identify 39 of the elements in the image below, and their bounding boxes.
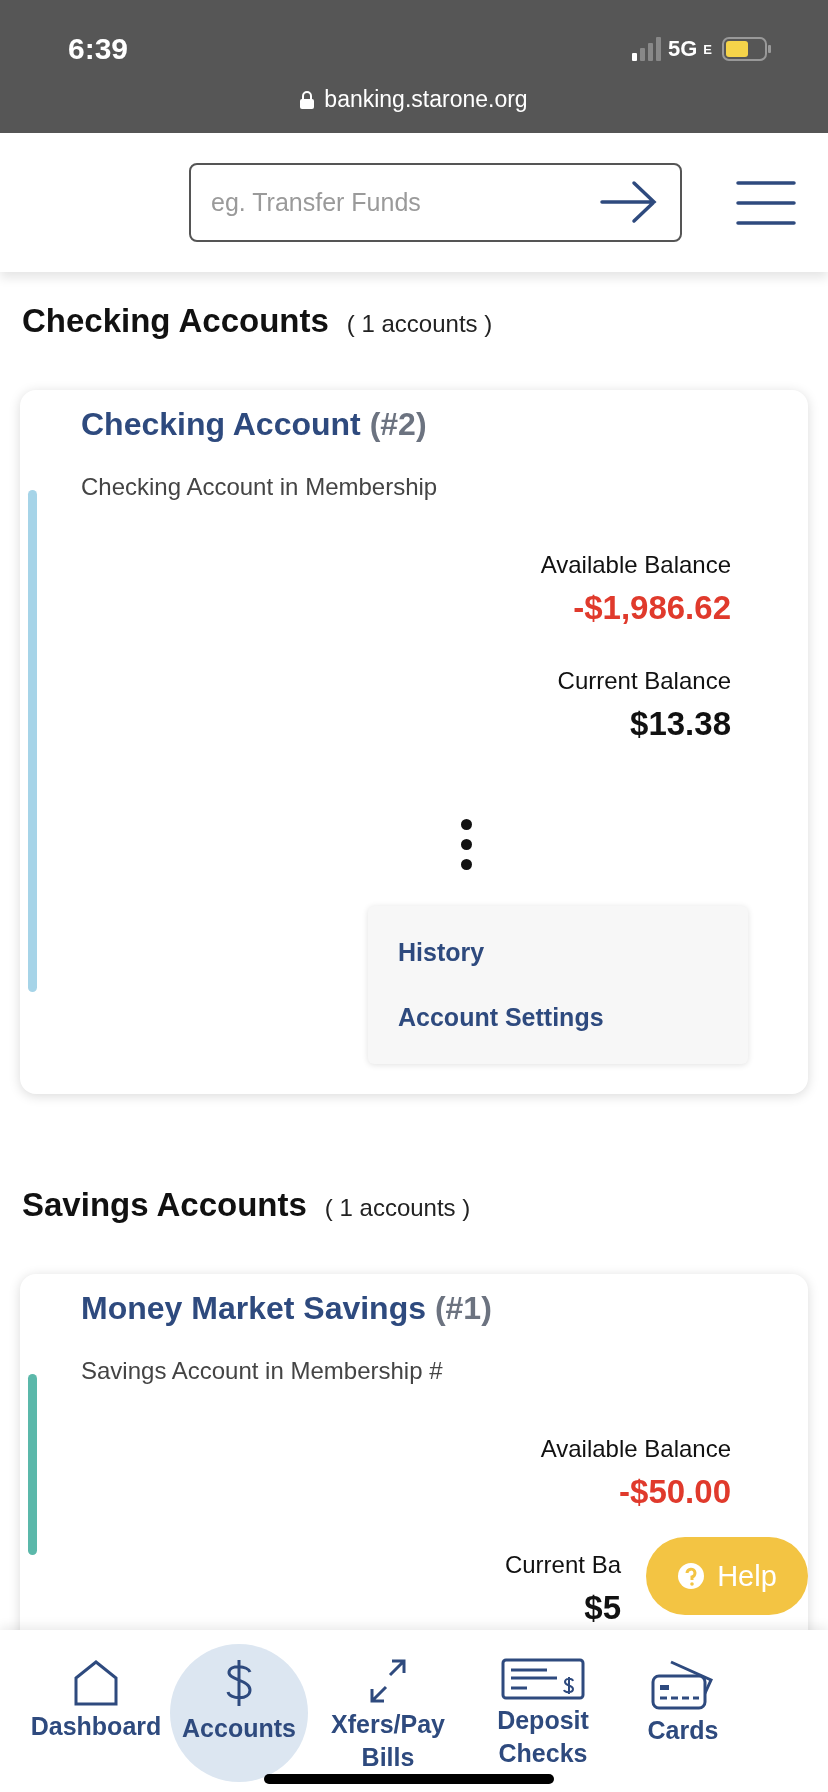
diagonal-arrows-icon	[368, 1658, 408, 1704]
balance-amount: $13.38	[630, 705, 731, 743]
balance-label: Current Balance	[557, 667, 731, 695]
menu-item[interactable]: Account Settings	[368, 985, 748, 1050]
nav-tab[interactable]: Cards	[618, 1644, 748, 1792]
section-count: ( 1 accounts )	[346, 310, 493, 338]
home-icon	[72, 1658, 120, 1706]
nav-tab[interactable]: Accounts	[170, 1644, 308, 1782]
battery-icon	[722, 37, 772, 61]
search-field[interactable]: eg. Transfer Funds	[189, 163, 682, 242]
check-icon	[501, 1658, 585, 1700]
clock: 6:39	[68, 32, 129, 66]
menu-icon[interactable]	[736, 179, 796, 226]
balance-label: Current Ba	[504, 1551, 621, 1579]
lock-icon	[300, 90, 315, 109]
nav-tab[interactable]: Xfers/Pay Bills	[308, 1644, 468, 1792]
dollar-icon	[224, 1658, 254, 1708]
nav-tab[interactable]: Deposit Checks	[468, 1644, 618, 1792]
credit-cards-icon	[651, 1658, 715, 1710]
account-subtitle: Checking Account in Membership	[81, 473, 439, 501]
balance-amount: -$1,986.62	[573, 589, 731, 627]
balance-amount: -$50.00	[619, 1473, 731, 1511]
menu-item[interactable]: History	[368, 920, 748, 985]
url-text[interactable]: banking.starone.org	[324, 86, 528, 113]
arrow-right-icon[interactable]	[600, 180, 658, 224]
account-subtitle: Savings Account in Membership #	[81, 1357, 444, 1385]
balance-label: Available Balance	[540, 551, 731, 579]
account-title[interactable]: Money Market Savings (#1)	[81, 1290, 731, 1327]
nav-tab[interactable]: Dashboard	[22, 1644, 170, 1792]
section-title: Checking Accounts	[22, 302, 329, 340]
balance-amount: $5	[584, 1589, 621, 1627]
account-title[interactable]: Checking Account (#2)	[81, 406, 731, 443]
section-count: ( 1 accounts )	[324, 1194, 471, 1222]
network-suffix: E	[703, 41, 712, 57]
balance-label: Available Balance	[540, 1435, 731, 1463]
signal-icon	[631, 37, 662, 61]
network-label: 5G	[667, 36, 698, 62]
question-icon	[677, 1562, 706, 1590]
section-title: Savings Accounts	[22, 1186, 307, 1224]
